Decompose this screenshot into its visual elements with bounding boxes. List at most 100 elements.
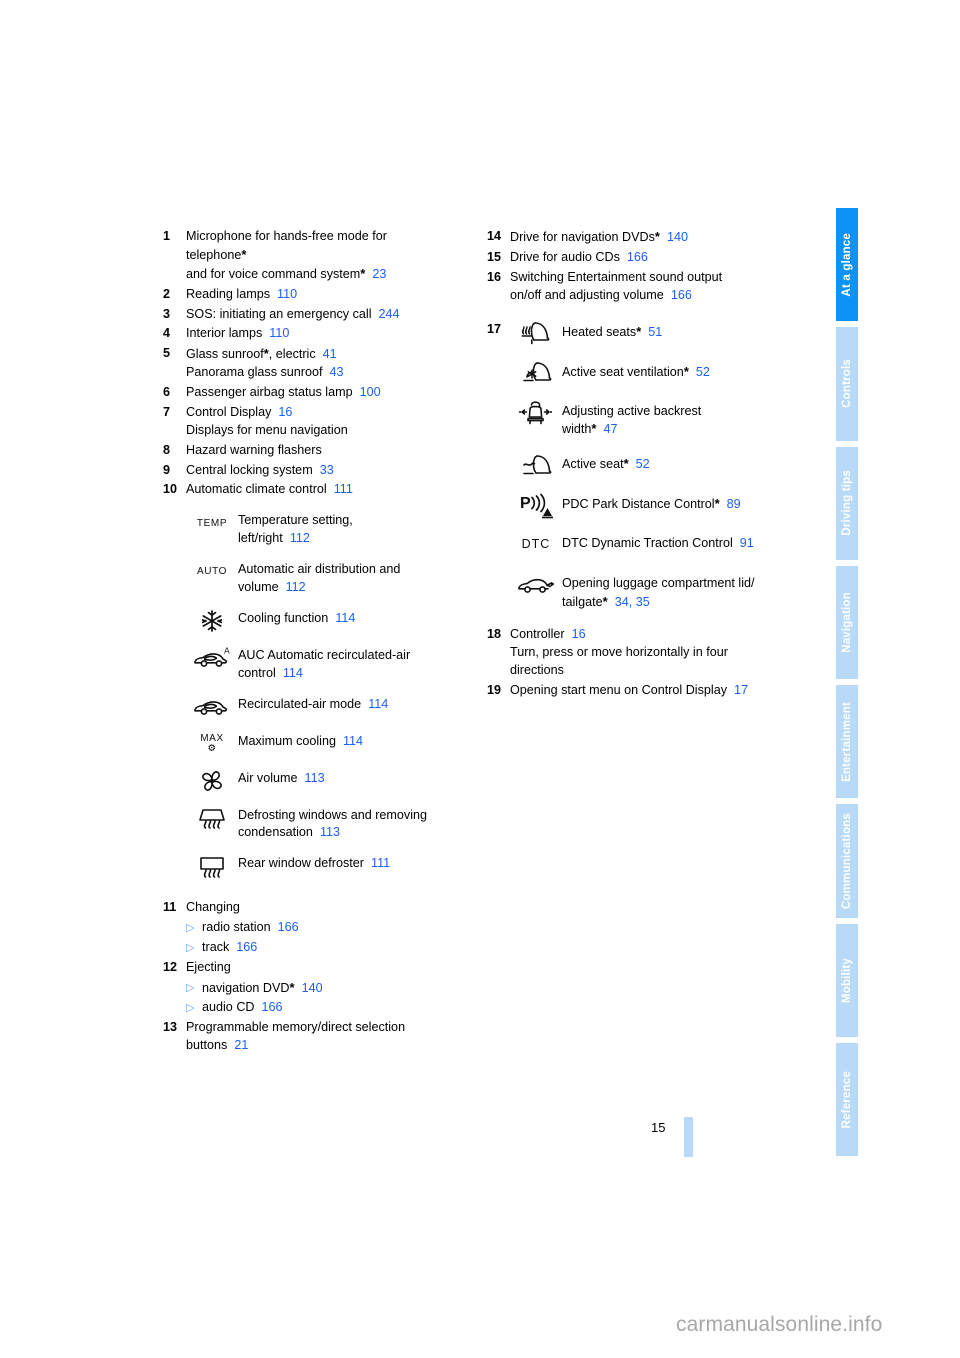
entry-line: Recirculated-air mode 114 — [238, 696, 473, 714]
entry-text: Panorama glass sunroof — [186, 365, 323, 380]
page-reference[interactable]: 140 — [660, 230, 688, 244]
entry-text: Programmable memory/direct selection — [186, 1020, 406, 1034]
entry-body: SOS: initiating an emergency call 244 — [186, 306, 473, 324]
page-reference[interactable]: 89 — [720, 497, 741, 511]
icon-cell — [186, 853, 238, 879]
rear-window-defrost-icon — [200, 856, 224, 878]
entry-number: 15 — [487, 249, 502, 264]
page-reference[interactable]: 41 — [316, 347, 337, 361]
numbered-entry: 14 Drive for navigation DVDs* 140 — [487, 228, 807, 247]
entry-number: 19 — [487, 682, 502, 697]
icon-entry: Recirculated-air mode 114 — [186, 694, 473, 720]
icon-cell — [186, 608, 238, 634]
page-reference[interactable]: 112 — [279, 580, 306, 594]
entry-body: Central locking system 33 — [186, 462, 473, 480]
icon-entry-label: Active seat* 52 — [562, 451, 807, 474]
icon-cell: P — [510, 491, 562, 519]
entry-text: Automatic climate control — [186, 482, 327, 497]
snowflake-icon — [201, 610, 223, 633]
page-reference[interactable]: 113 — [298, 771, 325, 785]
entry-line: Programmable memory/direct selection — [186, 1019, 473, 1037]
page-reference[interactable]: 111 — [364, 856, 390, 870]
page-reference[interactable]: 100 — [353, 385, 381, 399]
entry-text: Drive for audio CDs — [510, 249, 620, 264]
entry-line: Maximum cooling 114 — [238, 733, 473, 751]
sidebar-tab-reference[interactable]: Reference — [836, 1042, 858, 1156]
page-reference[interactable]: 244 — [372, 307, 400, 321]
page-reference[interactable]: 114 — [336, 734, 363, 748]
sidebar-tab-communications[interactable]: Communications — [836, 804, 858, 918]
page-reference[interactable]: 114 — [361, 697, 388, 711]
entry-line: Temperature setting, — [238, 512, 473, 530]
trunk-lid-icon — [518, 579, 555, 594]
entry-line: Cooling function 114 — [238, 610, 473, 628]
sub-entry: ▷ radio station 166 — [186, 919, 473, 938]
entry-text: telephone — [186, 247, 242, 262]
auto-text-icon: AUTO — [197, 566, 227, 578]
page-reference[interactable]: 51 — [641, 325, 662, 339]
entry-number: 16 — [487, 269, 502, 284]
icon-entry-label: Maximum cooling 114 — [238, 731, 473, 751]
sidebar-tab-navigation[interactable]: Navigation — [836, 565, 858, 679]
page-reference[interactable]: 91 — [733, 536, 754, 550]
dtc-text-icon: DTC — [521, 537, 551, 552]
sidebar-tab-controls[interactable]: Controls — [836, 327, 858, 441]
page-reference[interactable]: 112 — [283, 531, 310, 545]
page-reference[interactable]: 110 — [270, 287, 297, 301]
numbered-entry: 10 Automatic climate control 111 — [163, 481, 473, 499]
entry-line: Opening start menu on Control Display 17 — [510, 682, 807, 700]
page-reference[interactable]: 21 — [227, 1038, 248, 1052]
entry-text: Opening luggage compartment lid/ — [562, 576, 755, 591]
page-reference[interactable]: 52 — [689, 365, 710, 379]
entry-line: PDC Park Distance Control* 89 — [562, 495, 807, 514]
page-reference[interactable]: 34, 35 — [608, 595, 650, 609]
icon-cell: MAX ⚙ — [186, 731, 238, 757]
page-reference[interactable]: 166 — [229, 940, 257, 954]
entry-number: 18 — [487, 627, 502, 641]
page-reference[interactable]: 166 — [271, 920, 299, 934]
page-reference[interactable]: 110 — [262, 326, 289, 340]
entry-line: Passenger airbag status lamp 100 — [186, 384, 473, 402]
entry-text: Rear window defroster — [238, 856, 364, 871]
entry-line: radio station 166 — [202, 919, 299, 937]
page-reference[interactable]: 16 — [565, 627, 586, 641]
entry-body: Drive for navigation DVDs* 140 — [510, 228, 807, 247]
sidebar-tab-at-a-glance[interactable]: At a glance — [836, 208, 858, 322]
entry-text: Passenger airbag status lamp — [186, 385, 353, 399]
entry-number: 13 — [163, 1020, 178, 1034]
numbered-entry: 11 Changing — [163, 899, 473, 917]
page-reference[interactable]: 113 — [313, 825, 340, 839]
page-reference[interactable]: 23 — [365, 267, 386, 281]
page-reference[interactable]: 52 — [629, 457, 650, 471]
numbered-entry: 15 Drive for audio CDs 166 — [487, 249, 807, 267]
page-reference[interactable]: 47 — [596, 422, 617, 436]
entry-line: DTC Dynamic Traction Control 91 — [562, 535, 807, 553]
page-reference[interactable]: 114 — [276, 666, 303, 680]
entry-number: 10 — [163, 482, 178, 497]
page-reference[interactable]: 17 — [727, 683, 748, 697]
icon-entry-label: Rear window defroster 111 — [238, 853, 473, 873]
sidebar-tab-entertainment[interactable]: Entertainment — [836, 685, 858, 799]
page-reference[interactable]: 166 — [664, 288, 692, 302]
numbered-entry: 13 Programmable memory/direct selection b… — [163, 1019, 473, 1055]
entry-body: Interior lamps 110 — [186, 325, 473, 343]
page-reference[interactable]: 114 — [328, 611, 355, 625]
entry-line: Adjusting active backrest — [562, 403, 807, 421]
sidebar-tab-driving-tips[interactable]: Driving tips — [836, 446, 858, 560]
entry-text: Glass sunroof — [186, 347, 264, 362]
entry-line: width* 47 — [562, 420, 807, 439]
page-reference[interactable]: 16 — [271, 405, 292, 419]
icon-entry-label: DTC Dynamic Traction Control 91 — [562, 531, 807, 553]
entry-body: Switching Entertainment sound output on/o… — [510, 269, 807, 305]
entry-line: Microphone for hands-free mode for — [186, 228, 473, 246]
watermark: carmanualsonline.info — [676, 1313, 883, 1336]
page-reference[interactable]: 43 — [323, 365, 344, 379]
sidebar-tab-mobility[interactable]: Mobility — [836, 923, 858, 1037]
page-reference[interactable]: 166 — [255, 1000, 283, 1014]
numbered-entry: 2 Reading lamps 110 — [163, 286, 473, 304]
page-reference[interactable]: 140 — [295, 981, 323, 995]
page-reference[interactable]: 33 — [313, 463, 334, 477]
left-column: 1 Microphone for hands-free mode for tele… — [163, 228, 473, 1057]
page-reference[interactable]: 166 — [620, 250, 648, 264]
page-reference[interactable]: 111 — [327, 482, 353, 496]
